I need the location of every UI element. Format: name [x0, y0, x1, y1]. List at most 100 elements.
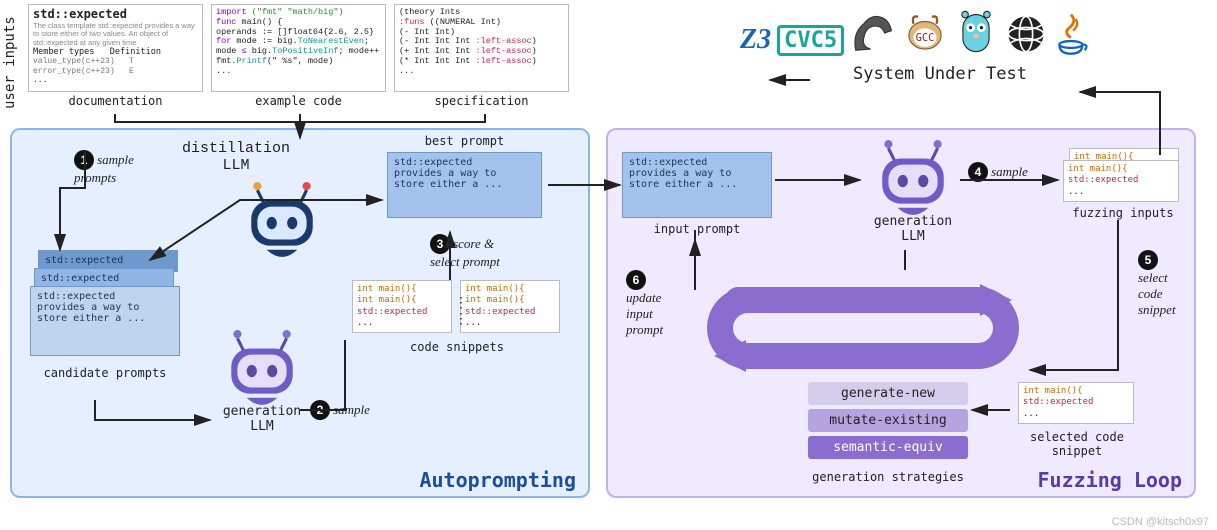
code-func: func — [216, 17, 236, 27]
step4: 4 sample — [968, 162, 1028, 182]
documentation-caption: documentation — [28, 94, 203, 108]
go-gopher-icon — [954, 8, 998, 56]
sel-l1: int main(){ — [1023, 386, 1083, 396]
strategies-caption: generation strategies — [798, 470, 978, 484]
fuzzing-loop-panel: Fuzzing Loop std::expected provides a wa… — [606, 128, 1196, 498]
example-code-card: import ("fmt" "math/big") func main() { … — [211, 4, 386, 92]
snip-a1: int main(){ — [357, 284, 417, 294]
doc-r1b: T — [129, 57, 134, 66]
snip-b2: int main(){ — [465, 295, 525, 305]
input-prompt-caption: input prompt — [622, 222, 772, 236]
selected-code-card: int main(){ std::expected ... — [1018, 382, 1134, 424]
sel-l2: std::expected — [1023, 397, 1093, 407]
code-snippets-caption: code snippets — [352, 340, 562, 354]
strategy-semantic-equiv: semantic-equiv — [808, 436, 968, 459]
input-specification: (theory Ints :funs ((NUMERAL Int) (- Int… — [394, 4, 569, 108]
cvc5-logo: CVC5 — [777, 25, 844, 56]
doc-r1a: value_type(c++23) — [33, 57, 115, 66]
strategy-generate-new: generate-new — [808, 382, 968, 405]
robot-icon — [872, 140, 954, 218]
user-inputs-label: user inputs — [2, 8, 18, 118]
snip-a3: std::expected — [357, 307, 427, 317]
spec-l2a: :funs — [399, 17, 425, 27]
distillation-llm-label: distillation LLM — [182, 140, 290, 174]
spec-l5a: (+ Int Int Int — [399, 46, 476, 56]
code-card-b: int main(){ int main(){ std::expected ..… — [460, 280, 560, 333]
doc-ellipsis: ... — [33, 76, 198, 85]
code-card-a: int main(){ int main(){ std::expected ..… — [352, 280, 452, 333]
step2: 2 sample — [310, 400, 370, 420]
code-l5e: ; mode++ — [338, 46, 379, 56]
badge-2: 2 — [310, 400, 330, 420]
z3-logo: Z3 — [740, 24, 771, 56]
user-inputs-row: std::expected The class template std::ex… — [28, 4, 569, 108]
best-prompt-caption: best prompt — [387, 134, 542, 148]
candidate-prompts-caption: candidate prompts — [30, 366, 180, 380]
code-import: import — [216, 7, 247, 17]
robot-icon — [221, 330, 303, 408]
llvm-dragon-icon — [850, 10, 896, 56]
spec-l5c: ) — [532, 46, 537, 56]
input-documentation: std::expected The class template std::ex… — [28, 4, 203, 108]
generation-llm-label-right: generation LLM — [868, 214, 958, 244]
step4-label: sample — [991, 164, 1028, 179]
specification-caption: specification — [394, 94, 569, 108]
spec-l6a: (* Int Int Int — [399, 56, 476, 66]
code-l5c: big. — [247, 46, 273, 56]
fuzzing-loop-title: Fuzzing Loop — [1038, 468, 1183, 492]
step6: 6 update input prompt — [626, 270, 663, 338]
watermark: CSDN @kitsch0x97 — [1112, 516, 1209, 528]
badge-3: 3 — [430, 234, 450, 254]
badge-6: 6 — [626, 270, 646, 290]
generation-llm-bot-left: generation LLM — [217, 330, 307, 434]
autoprompting-panel: Autoprompting distillation LLM 1 sample … — [10, 128, 590, 498]
sel-l3: ... — [1023, 409, 1129, 420]
spec-l7: ... — [399, 67, 564, 77]
specification-card: (theory Ints :funs ((NUMERAL Int) (- Int… — [394, 4, 569, 92]
code-l3: operands := []float64{2.6, 2.5} — [216, 27, 374, 37]
badge-5: 5 — [1138, 250, 1158, 270]
code-for: for — [216, 36, 231, 46]
fz-f1: int main(){ — [1068, 164, 1128, 174]
candidate-prompt-c: std::expected provides a way to store ei… — [30, 286, 180, 356]
svg-text:GCC: GCC — [916, 32, 935, 44]
doc-r2b: E — [129, 67, 134, 76]
spec-l4a: (- Int Int Int — [399, 36, 476, 46]
step6-label: update input prompt — [626, 290, 663, 337]
doc-title: std::expected — [33, 8, 198, 22]
spec-l5b: :left-assoc — [476, 46, 532, 56]
step2-label: sample — [333, 402, 370, 417]
robot-icon — [241, 182, 323, 260]
generation-llm-label-left: generation LLM — [217, 404, 307, 434]
spec-l6b: :left-assoc — [476, 56, 532, 66]
doc-description: The class template std::expected provide… — [33, 22, 198, 48]
code-l7: ... — [216, 67, 381, 77]
code-l5a: mode — [216, 46, 242, 56]
code-l4b: mode := big. — [231, 36, 297, 46]
snip-a2: int main(){ — [357, 295, 417, 305]
spec-l2b: ((NUMERAL Int) — [425, 17, 502, 27]
step1: 1 sample prompts — [74, 150, 134, 186]
step3: 3 score & select prompt — [430, 234, 500, 270]
step5-label: select code snippet — [1138, 270, 1176, 317]
spec-l6c: ) — [532, 56, 537, 66]
doc-col1: Member types — [33, 47, 94, 57]
code-l6c: (" %s", mode) — [267, 56, 333, 66]
doc-header-row: Member types Definition — [33, 48, 198, 58]
input-prompt-card: std::expected provides a way to store ei… — [622, 152, 772, 218]
selected-code-caption: selected code snippet — [1012, 430, 1142, 458]
fuzzing-inputs-caption: fuzzing inputs — [1058, 206, 1188, 220]
distillation-llm-bot — [237, 182, 327, 260]
fz-f3: ... — [1068, 187, 1174, 198]
fuzz-loop-ring — [698, 260, 1028, 393]
doc-col2: Definition — [110, 47, 161, 57]
java-cup-icon — [1054, 10, 1090, 56]
snip-a4: ... — [357, 318, 447, 329]
code-l4c: ToNearestEven — [298, 36, 364, 46]
generation-llm-bot-right: generation LLM — [868, 140, 958, 244]
spec-l4b: :left-assoc — [476, 36, 532, 46]
strategy-mutate-existing: mutate-existing — [808, 409, 968, 432]
best-prompt-card: std::expected provides a way to store ei… — [387, 152, 542, 218]
badge-1: 1 — [74, 150, 94, 170]
gcc-logo-icon: GCC — [902, 10, 948, 56]
